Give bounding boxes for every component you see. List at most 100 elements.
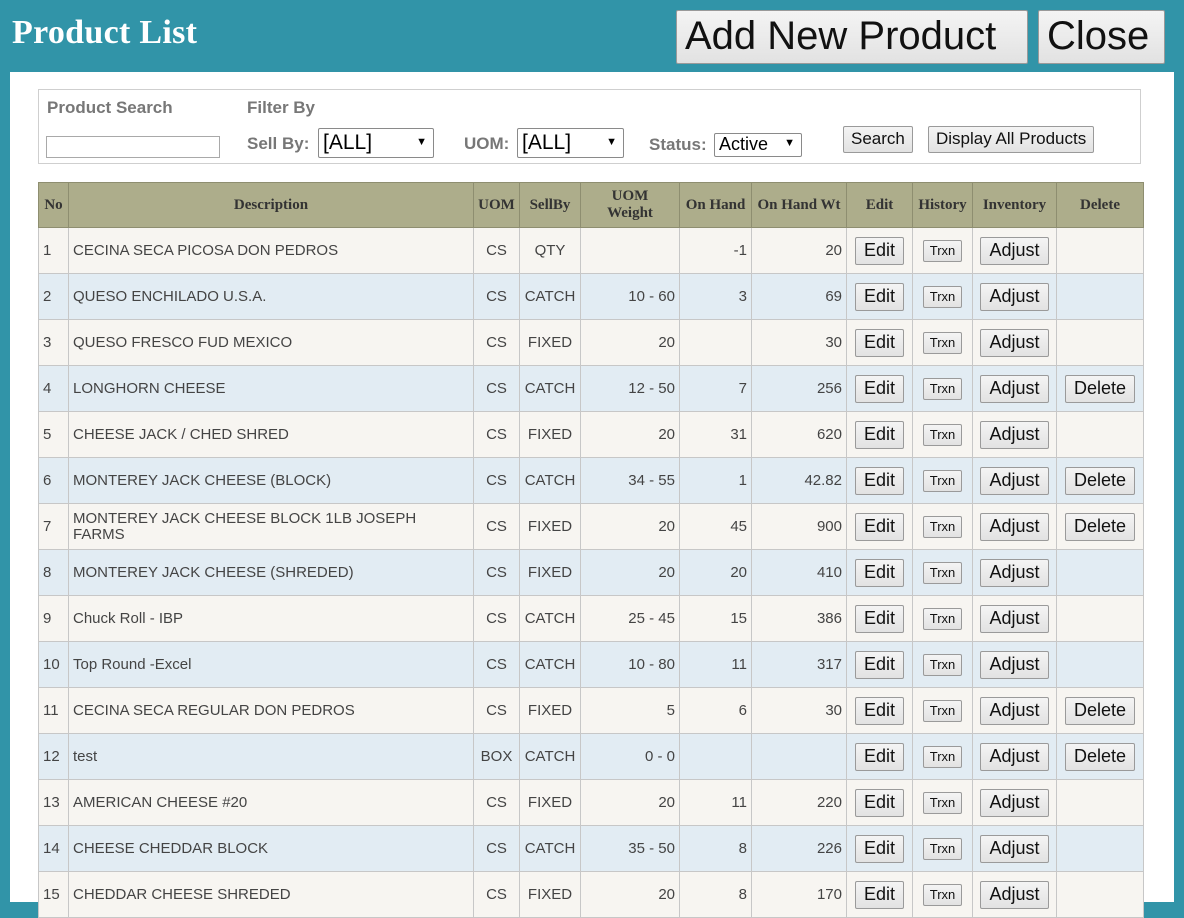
add-new-product-button[interactable]: Add New Product: [676, 10, 1028, 64]
delete-button[interactable]: Delete: [1064, 742, 1136, 771]
edit-button[interactable]: Edit: [854, 696, 905, 725]
trxn-button[interactable]: Trxn: [922, 699, 963, 722]
row-uom-weight: 20: [580, 779, 680, 826]
row-number: 8: [38, 549, 69, 596]
row-on-hand: 31: [679, 411, 752, 458]
trxn-button[interactable]: Trxn: [922, 837, 963, 860]
trxn-button[interactable]: Trxn: [922, 515, 963, 538]
edit-button[interactable]: Edit: [854, 374, 905, 403]
close-button[interactable]: Close: [1038, 10, 1165, 64]
product-search-label: Product Search: [47, 98, 173, 117]
row-sellby: FIXED: [519, 503, 581, 550]
trxn-button[interactable]: Trxn: [922, 331, 963, 354]
trxn-button[interactable]: Trxn: [922, 377, 963, 400]
edit-button[interactable]: Edit: [854, 650, 905, 679]
search-button[interactable]: Search: [843, 126, 913, 153]
chevron-down-icon: ▼: [606, 136, 617, 148]
trxn-button[interactable]: Trxn: [922, 883, 963, 906]
edit-button[interactable]: Edit: [854, 834, 905, 863]
trxn-button[interactable]: Trxn: [922, 561, 963, 584]
delete-button[interactable]: Delete: [1064, 696, 1136, 725]
sellby-select[interactable]: [ALL] ▼: [318, 128, 434, 158]
adjust-button[interactable]: Adjust: [980, 742, 1049, 771]
row-on-hand-wt: 410: [751, 549, 847, 596]
row-on-hand-wt: 317: [751, 641, 847, 688]
edit-button[interactable]: Edit: [854, 604, 905, 633]
adjust-button[interactable]: Adjust: [980, 834, 1049, 863]
trxn-button[interactable]: Trxn: [922, 791, 963, 814]
table-header-row: No Description UOM SellBy UOM Weight On …: [38, 182, 1144, 228]
row-number: 12: [38, 733, 69, 780]
row-uom: CS: [473, 595, 520, 642]
row-number: 6: [38, 457, 69, 504]
adjust-button[interactable]: Adjust: [980, 282, 1049, 311]
product-search-input[interactable]: [46, 136, 220, 158]
edit-button[interactable]: Edit: [854, 282, 905, 311]
trxn-button[interactable]: Trxn: [922, 423, 963, 446]
row-history-cell: Trxn: [912, 687, 973, 734]
adjust-button[interactable]: Adjust: [980, 328, 1049, 357]
row-edit-cell: Edit: [846, 871, 913, 918]
adjust-button[interactable]: Adjust: [980, 604, 1049, 633]
adjust-button[interactable]: Adjust: [980, 558, 1049, 587]
edit-button[interactable]: Edit: [854, 466, 905, 495]
row-edit-cell: Edit: [846, 733, 913, 780]
delete-button[interactable]: Delete: [1064, 512, 1136, 541]
trxn-button[interactable]: Trxn: [922, 239, 963, 262]
adjust-button[interactable]: Adjust: [980, 374, 1049, 403]
edit-button[interactable]: Edit: [854, 880, 905, 909]
edit-button[interactable]: Edit: [854, 236, 905, 265]
row-number: 3: [38, 319, 69, 366]
adjust-button[interactable]: Adjust: [980, 880, 1049, 909]
row-on-hand: 15: [679, 595, 752, 642]
edit-button[interactable]: Edit: [854, 420, 905, 449]
edit-button[interactable]: Edit: [854, 788, 905, 817]
edit-button[interactable]: Edit: [854, 742, 905, 771]
row-on-hand: 7: [679, 365, 752, 412]
display-all-products-button[interactable]: Display All Products: [928, 126, 1095, 153]
table-row: 4 LONGHORN CHEESE CS CATCH 12 - 50 7 256 Edit Tr…: [38, 365, 1144, 412]
row-inventory-cell: Adjust: [972, 595, 1057, 642]
row-on-hand: -1: [679, 227, 752, 274]
trxn-button[interactable]: Trxn: [922, 607, 963, 630]
row-uom-weight: 25 - 45: [580, 595, 680, 642]
adjust-button[interactable]: Adjust: [980, 788, 1049, 817]
row-uom: CS: [473, 411, 520, 458]
status-select[interactable]: Active ▼: [714, 133, 802, 157]
adjust-button[interactable]: Adjust: [980, 466, 1049, 495]
trxn-button[interactable]: Trxn: [922, 285, 963, 308]
row-sellby: FIXED: [519, 549, 581, 596]
row-description: CHEESE CHEDDAR BLOCK: [68, 825, 474, 872]
row-sellby: CATCH: [519, 365, 581, 412]
delete-button[interactable]: Delete: [1064, 466, 1136, 495]
col-header-no: No: [38, 182, 69, 228]
col-header-edit: Edit: [846, 182, 913, 228]
col-header-history: History: [912, 182, 973, 228]
row-uom: CS: [473, 779, 520, 826]
uom-select[interactable]: [ALL] ▼: [517, 128, 624, 158]
adjust-button[interactable]: Adjust: [980, 420, 1049, 449]
edit-button[interactable]: Edit: [854, 512, 905, 541]
row-description: CHEDDAR CHEESE SHREDED: [68, 871, 474, 918]
adjust-button[interactable]: Adjust: [980, 696, 1049, 725]
row-description: QUESO ENCHILADO U.S.A.: [68, 273, 474, 320]
row-on-hand: 1: [679, 457, 752, 504]
row-delete-cell: Delete: [1056, 457, 1144, 504]
trxn-button[interactable]: Trxn: [922, 469, 963, 492]
adjust-button[interactable]: Adjust: [980, 512, 1049, 541]
edit-button[interactable]: Edit: [854, 328, 905, 357]
row-number: 5: [38, 411, 69, 458]
row-description: Top Round -Excel: [68, 641, 474, 688]
table-row: 6 MONTEREY JACK CHEESE (BLOCK) CS CATCH 34 -…: [38, 457, 1144, 504]
row-number: 14: [38, 825, 69, 872]
edit-button[interactable]: Edit: [854, 558, 905, 587]
adjust-button[interactable]: Adjust: [980, 236, 1049, 265]
row-edit-cell: Edit: [846, 825, 913, 872]
delete-button[interactable]: Delete: [1064, 374, 1136, 403]
row-history-cell: Trxn: [912, 595, 973, 642]
row-uom-weight: 10 - 60: [580, 273, 680, 320]
col-header-on-hand: On Hand: [679, 182, 752, 228]
trxn-button[interactable]: Trxn: [922, 745, 963, 768]
adjust-button[interactable]: Adjust: [980, 650, 1049, 679]
trxn-button[interactable]: Trxn: [922, 653, 963, 676]
